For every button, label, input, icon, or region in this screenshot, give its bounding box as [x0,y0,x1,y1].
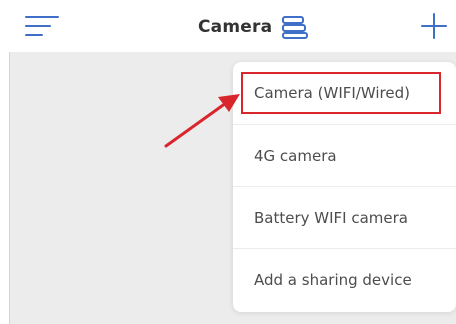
menu-item-label: Battery WIFI camera [254,208,408,227]
add-icon[interactable] [418,10,450,42]
title-area: Camera [198,13,310,41]
menu-item-add-sharing-device[interactable]: Add a sharing device [233,248,456,310]
menu-icon[interactable] [24,13,60,41]
menu-item-label: Add a sharing device [254,270,412,289]
menu-item-battery-wifi-camera[interactable]: Battery WIFI camera [233,186,456,248]
red-arrow-icon [164,94,240,148]
top-bar: Camera [0,0,456,52]
highlight-box [241,72,441,114]
menu-item-label: 4G camera [254,146,337,165]
page-title: Camera [198,17,273,37]
menu-item-4g-camera[interactable]: 4G camera [233,124,456,186]
camera-list-icon[interactable] [280,14,310,40]
